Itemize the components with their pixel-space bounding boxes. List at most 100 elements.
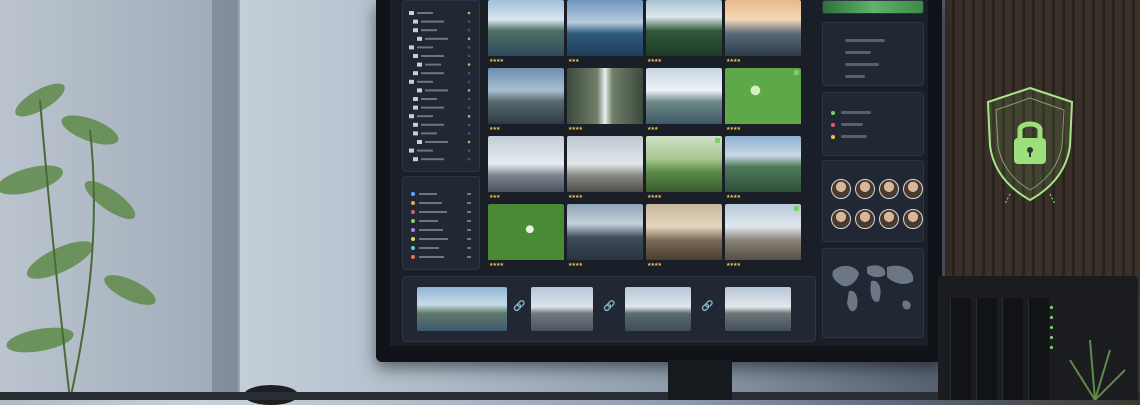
rating-stars[interactable]: ★★★★ xyxy=(647,262,662,268)
photo-manager-screen: ★★★★ ★★★ ★★★★ ★★★★ ★★★ ★★★★ ★★★ ★★★★ ★★★… xyxy=(390,0,928,346)
photo-thumbnail[interactable]: ★★★★ xyxy=(725,136,801,200)
folder-icon xyxy=(417,140,422,144)
photo-thumbnail[interactable]: ★★★ xyxy=(488,68,564,132)
photo-thumbnail[interactable]: ★★★★ xyxy=(725,204,801,268)
rating-stars[interactable]: ★★★★ xyxy=(647,194,662,200)
tree-item[interactable] xyxy=(417,88,471,93)
tree-item[interactable] xyxy=(409,79,471,84)
photo-thumbnail[interactable]: ★★★ xyxy=(567,0,643,64)
tree-item[interactable] xyxy=(413,71,471,76)
tags-panel xyxy=(402,176,480,270)
tree-item[interactable] xyxy=(413,28,471,33)
rating-stars[interactable]: ★★★ xyxy=(647,126,658,132)
link-icon[interactable]: 🔗 xyxy=(603,301,615,312)
photo-thumbnail[interactable]: ★★★★ xyxy=(725,68,801,132)
person-avatar[interactable] xyxy=(903,179,923,199)
link-icon[interactable]: 🔗 xyxy=(513,301,525,312)
photo-thumbnail[interactable]: ★★★★ xyxy=(646,204,722,268)
folder-icon xyxy=(413,97,418,101)
pick-flag-icon[interactable] xyxy=(794,70,799,75)
rating-stars[interactable]: ★★★★ xyxy=(726,58,741,64)
person-avatar[interactable] xyxy=(831,179,851,199)
rating-stars[interactable]: ★★★ xyxy=(568,58,579,64)
rating-stars[interactable]: ★★★★ xyxy=(726,262,741,268)
folder-tree-panel xyxy=(402,0,480,172)
map-panel xyxy=(822,248,924,338)
plant-leaves xyxy=(0,83,156,400)
folder-icon xyxy=(417,88,422,93)
rating-stars[interactable]: ★★★ xyxy=(489,126,500,132)
person-avatar[interactable] xyxy=(903,209,923,229)
tree-item[interactable] xyxy=(413,157,471,162)
rating-stars[interactable]: ★★★★ xyxy=(489,262,504,268)
compare-thumb-4[interactable] xyxy=(725,287,791,331)
photo-grid: ★★★★ ★★★ ★★★★ ★★★★ ★★★ ★★★★ ★★★ ★★★★ ★★★… xyxy=(488,0,804,270)
folder-icon xyxy=(417,62,422,67)
link-icon[interactable]: 🔗 xyxy=(701,301,713,312)
rating-stars[interactable]: ★★★★ xyxy=(568,126,583,132)
folder-tree xyxy=(409,11,471,162)
rating-stars[interactable]: ★★★★ xyxy=(489,58,504,64)
rating-stars[interactable]: ★★★★ xyxy=(568,262,583,268)
folder-icon xyxy=(409,79,414,84)
rating-stars[interactable]: ★★★ xyxy=(489,194,500,200)
tree-item[interactable] xyxy=(409,148,471,153)
tag-item[interactable] xyxy=(411,191,471,197)
pick-flag-icon[interactable] xyxy=(794,206,799,211)
photo-thumbnail[interactable]: ★★★★ xyxy=(488,204,564,268)
person-avatar[interactable] xyxy=(879,209,899,229)
photo-thumbnail[interactable]: ★★★★ xyxy=(646,0,722,64)
compare-thumb-3[interactable] xyxy=(625,287,691,331)
tree-item[interactable] xyxy=(409,114,471,119)
rating-stars[interactable]: ★★★★ xyxy=(726,194,741,200)
world-map xyxy=(832,265,914,312)
folder-icon xyxy=(413,157,418,162)
folder-icon xyxy=(413,131,418,136)
compare-thumb-1[interactable] xyxy=(417,287,507,331)
photo-thumbnail[interactable]: ★★★★ xyxy=(567,68,643,132)
compare-thumb-2[interactable] xyxy=(531,287,593,331)
tree-item[interactable] xyxy=(409,11,471,15)
person-avatar[interactable] xyxy=(831,209,851,229)
folder-icon xyxy=(413,54,418,58)
photo-thumbnail[interactable]: ★★★ xyxy=(646,68,722,132)
tree-item[interactable] xyxy=(413,54,471,58)
tag-item[interactable] xyxy=(411,209,471,215)
tag-item[interactable] xyxy=(411,200,471,206)
monitor-stand xyxy=(668,360,732,400)
folder-icon xyxy=(409,45,414,50)
keywords-panel xyxy=(822,92,924,156)
folder-icon xyxy=(413,28,418,33)
tree-item[interactable] xyxy=(417,62,471,67)
plant-right xyxy=(1069,339,1126,400)
photo-thumbnail[interactable]: ★★★★ xyxy=(567,204,643,268)
rating-stars[interactable]: ★★★★ xyxy=(726,126,741,132)
person-avatar[interactable] xyxy=(855,209,875,229)
photo-thumbnail[interactable]: ★★★★ xyxy=(567,136,643,200)
rating-stars[interactable]: ★★★★ xyxy=(568,194,583,200)
tree-item[interactable] xyxy=(413,122,471,127)
tree-item[interactable] xyxy=(417,36,471,41)
person-avatar[interactable] xyxy=(879,179,899,199)
tag-item[interactable] xyxy=(411,236,471,242)
tree-item[interactable] xyxy=(413,97,471,101)
tag-item[interactable] xyxy=(411,227,471,233)
photo-thumbnail[interactable]: ★★★★ xyxy=(646,136,722,200)
rating-stars[interactable]: ★★★★ xyxy=(647,58,662,64)
security-shield xyxy=(986,86,1074,204)
tree-item[interactable] xyxy=(413,19,471,24)
metadata-panel xyxy=(822,22,924,86)
person-avatar[interactable] xyxy=(855,179,875,199)
tree-item[interactable] xyxy=(413,105,471,110)
tree-item[interactable] xyxy=(409,45,471,50)
tag-item[interactable] xyxy=(411,218,471,224)
tag-item[interactable] xyxy=(411,245,471,251)
photo-thumbnail[interactable]: ★★★★ xyxy=(725,0,801,64)
compare-strip: 🔗 🔗 🔗 xyxy=(402,276,816,342)
tag-item[interactable] xyxy=(411,254,471,260)
pick-flag-icon[interactable] xyxy=(715,138,720,143)
photo-thumbnail[interactable]: ★★★ xyxy=(488,136,564,200)
tree-item[interactable] xyxy=(413,131,471,136)
photo-thumbnail[interactable]: ★★★★ xyxy=(488,0,564,64)
tree-item[interactable] xyxy=(417,140,471,144)
